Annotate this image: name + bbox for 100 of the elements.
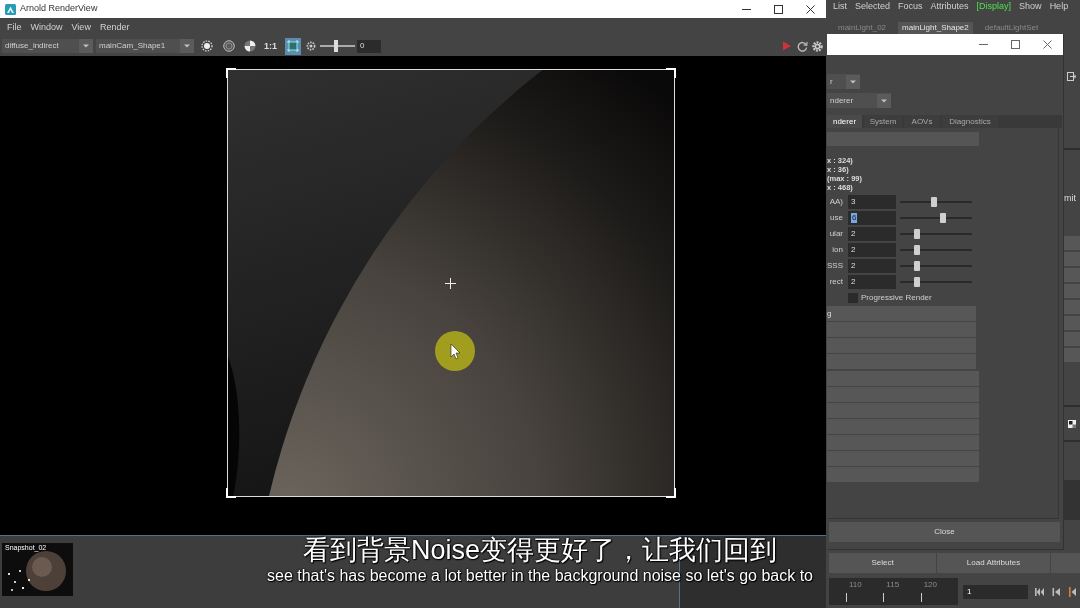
exposure-field[interactable]: 0 — [357, 39, 381, 53]
slider-thumb[interactable] — [930, 197, 937, 207]
sample-field[interactable]: 2 — [848, 243, 896, 257]
caret-icon — [79, 39, 93, 53]
current-frame-field[interactable]: 1 — [963, 584, 1028, 599]
dropdown[interactable]: r — [827, 74, 860, 89]
attribute-field[interactable] — [1064, 300, 1080, 314]
exposure-slider[interactable] — [320, 40, 355, 52]
attribute-field[interactable] — [1064, 236, 1080, 250]
subtitle-text: 看到背景Noise变得更好了，让我们回到 — [303, 535, 777, 566]
frame-marker-icon[interactable] — [1068, 586, 1076, 597]
snapshot-thumbnail[interactable] — [2, 543, 73, 596]
menu-item[interactable]: List — [833, 1, 847, 11]
attribute-field[interactable] — [1064, 332, 1080, 346]
sample-field[interactable]: 3 — [848, 195, 896, 209]
tab[interactable]: Diagnostics — [942, 115, 998, 128]
sample-slider[interactable] — [900, 229, 972, 239]
maximize-icon — [1010, 40, 1020, 49]
sample-label: SSS — [827, 260, 843, 272]
sample-field[interactable]: 6 — [848, 211, 896, 225]
crop-corner-handle[interactable] — [666, 488, 676, 498]
attribute-field[interactable] — [1064, 348, 1080, 362]
zoom-button[interactable]: 1:1 — [264, 41, 277, 51]
maximize-icon — [773, 4, 783, 14]
gear-icon[interactable] — [306, 41, 316, 51]
menu-item[interactable]: View — [71, 22, 91, 32]
window-title: Arnold RenderView — [20, 2, 98, 16]
caret-icon — [877, 93, 891, 108]
attribute-field[interactable] — [1064, 252, 1080, 266]
menu-item[interactable]: Show — [1019, 1, 1042, 11]
checkbox-label: Progressive Render — [861, 292, 932, 304]
subtitle-text: see that's has become a lot better in the background noise so let's go back to — [267, 566, 813, 585]
node-icon — [1068, 420, 1076, 428]
sample-field[interactable]: 2 — [848, 275, 896, 289]
slider-thumb[interactable] — [914, 229, 921, 239]
crop-frame-icon — [287, 40, 299, 52]
caret-icon — [180, 39, 194, 53]
crop-corner-handle[interactable] — [226, 68, 236, 78]
sample-slider[interactable] — [900, 277, 972, 287]
menu-item[interactable]: [Display] — [976, 1, 1012, 11]
slider-thumb[interactable] — [940, 213, 947, 223]
sample-slider[interactable] — [900, 245, 972, 255]
menu-item[interactable]: Focus — [898, 1, 923, 11]
action-button[interactable]: Load Attributes — [937, 553, 1050, 573]
ring-icon[interactable] — [223, 40, 235, 52]
sample-label: ular — [828, 228, 843, 240]
menu-item[interactable]: Selected — [855, 1, 891, 11]
pinwheel-icon[interactable] — [244, 40, 256, 52]
menu-item[interactable]: Help — [1049, 1, 1069, 11]
frame-tick-label: 115 — [886, 580, 900, 589]
close-icon — [805, 4, 815, 14]
close-icon — [1042, 40, 1052, 49]
crop-region-button[interactable] — [285, 37, 301, 55]
crop-corner-handle[interactable] — [226, 488, 236, 498]
sample-slider[interactable] — [900, 197, 972, 207]
menu-item[interactable]: Window — [30, 22, 63, 32]
slider-thumb[interactable] — [914, 277, 921, 287]
tick-mark — [920, 593, 922, 602]
attribute-field[interactable] — [1064, 284, 1080, 298]
tab[interactable]: System — [864, 115, 902, 128]
action-button[interactable]: Select — [829, 553, 936, 573]
slider-thumb[interactable] — [914, 261, 921, 271]
tick-mark — [846, 593, 847, 602]
tick-mark — [883, 593, 885, 602]
section-header[interactable]: g — [827, 306, 976, 321]
dotted-ring-icon[interactable] — [201, 40, 213, 52]
crop-corner-handle[interactable] — [666, 68, 676, 78]
tab[interactable]: AOVs — [904, 115, 940, 128]
attribute-field[interactable] — [1064, 268, 1080, 282]
app-logo-icon — [5, 3, 16, 15]
refresh-icon[interactable] — [797, 40, 808, 52]
close-dialog-button[interactable]: Close — [829, 522, 1060, 542]
sample-field[interactable]: 2 — [848, 227, 896, 241]
caret-icon — [846, 74, 860, 89]
aov-dropdown[interactable]: diffuse_indirect — [2, 39, 93, 53]
timeline-ruler[interactable]: 110 115 120 — [829, 578, 958, 605]
sample-slider[interactable] — [900, 261, 972, 271]
frame-tick-label: 110 — [849, 580, 862, 589]
tab[interactable]: mainLight_Shape2 — [898, 22, 973, 34]
attribute-label: mit — [1064, 193, 1076, 203]
tab[interactable]: nderer — [827, 115, 862, 128]
skip-to-start-icon[interactable] — [1035, 586, 1045, 597]
sample-slider[interactable] — [900, 213, 972, 223]
frame-tick-label: 120 — [923, 580, 937, 589]
sample-field[interactable]: 2 — [848, 259, 896, 273]
attribute-field[interactable] — [1064, 316, 1080, 330]
camera-dropdown[interactable]: mainCam_Shape1 — [96, 39, 194, 53]
step-back-icon[interactable] — [1052, 586, 1061, 597]
menu-item[interactable]: Render — [99, 22, 130, 32]
crosshair-icon — [445, 278, 456, 289]
settings-icon[interactable] — [812, 40, 823, 52]
input-arrow-icon — [1067, 72, 1076, 81]
checkbox[interactable] — [848, 293, 858, 303]
slider-thumb[interactable] — [333, 40, 338, 52]
sample-label: rect — [828, 276, 843, 288]
dropdown[interactable]: nderer — [827, 93, 891, 108]
menu-item[interactable]: Attributes — [930, 1, 969, 11]
menu-item[interactable]: File — [7, 22, 22, 32]
slider-thumb[interactable] — [914, 245, 921, 255]
cursor-icon — [435, 331, 475, 371]
